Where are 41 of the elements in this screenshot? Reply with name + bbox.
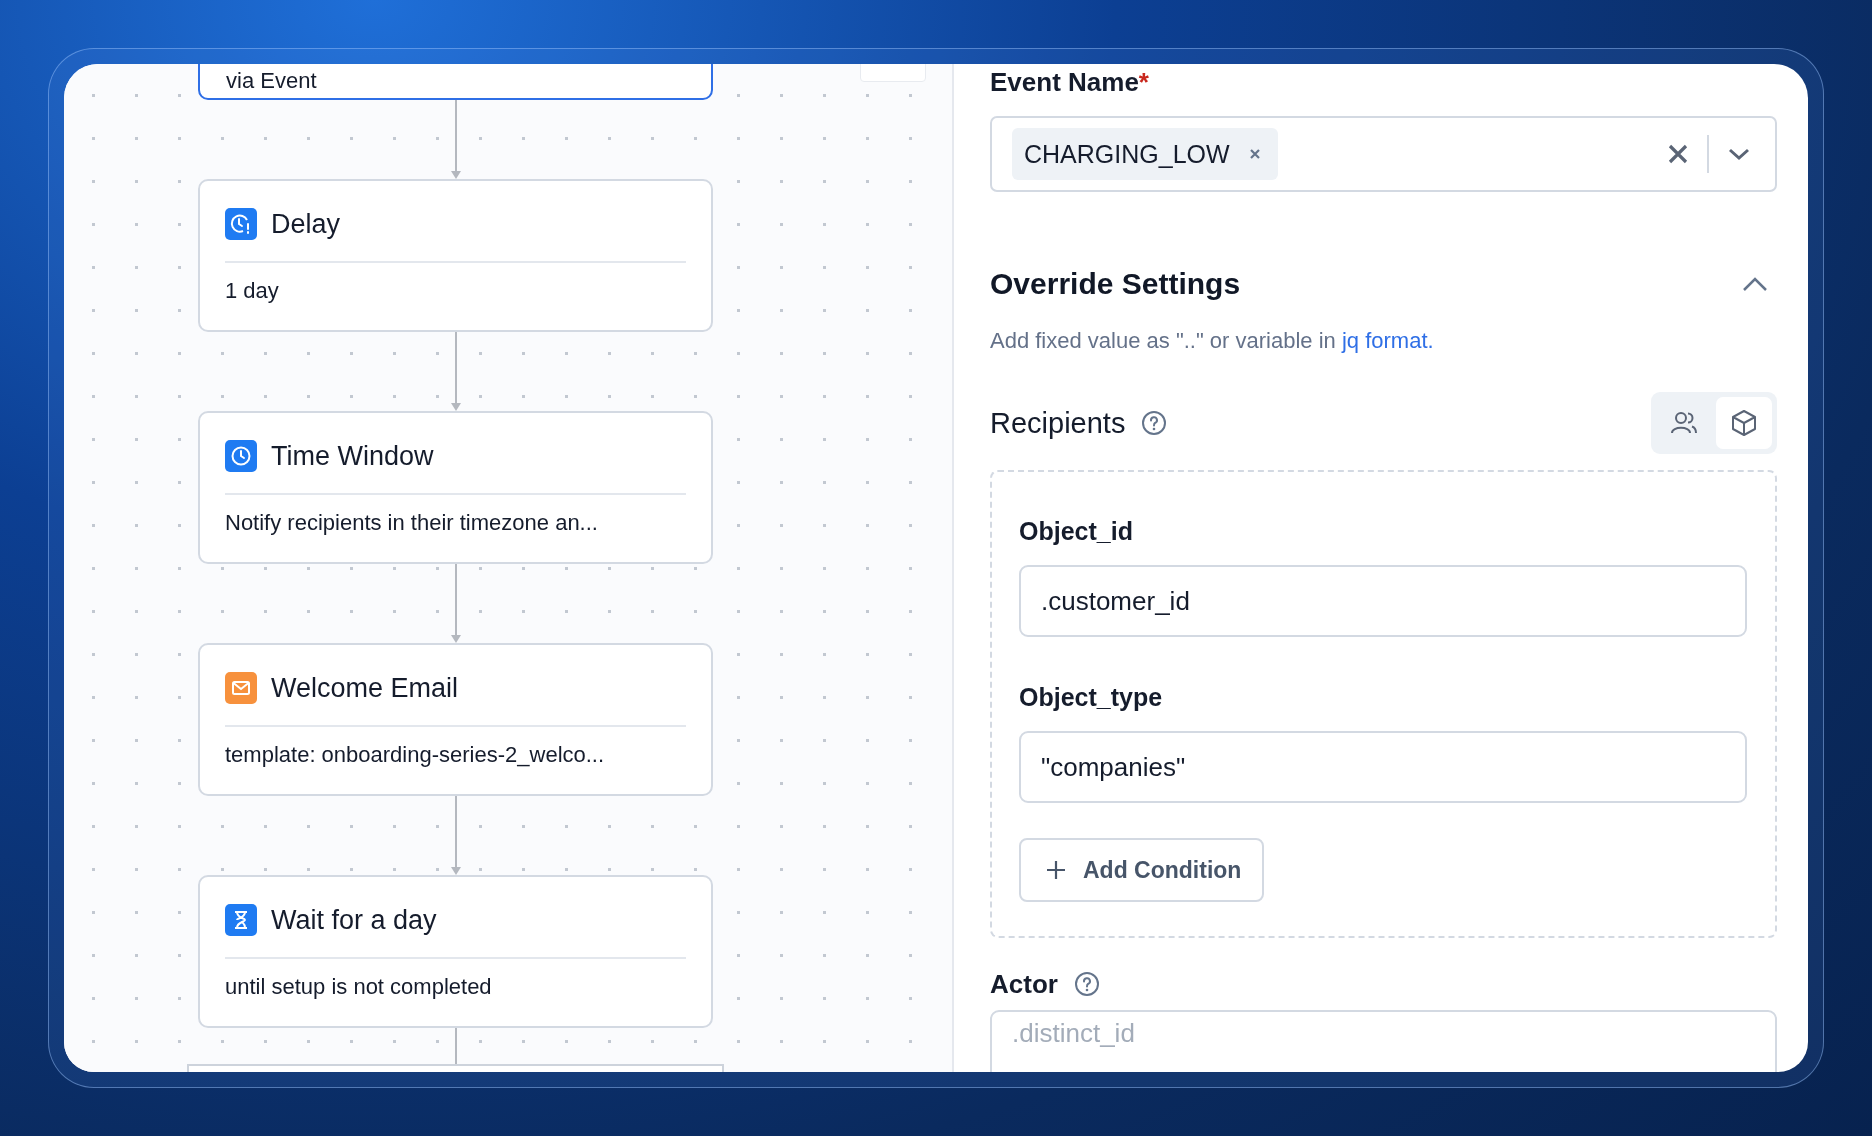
node-subtitle: template: onboarding-series-2_welco... (225, 742, 605, 767)
node-card[interactable]: Delay 1 day (198, 179, 713, 332)
node-title: Time Window (271, 440, 434, 472)
chevron-down-icon[interactable] (1727, 147, 1751, 161)
node-title: Wait for a day (271, 904, 437, 936)
required-mark: * (1138, 67, 1149, 97)
node-subtitle: until setup is not completed (225, 974, 492, 999)
chevron-up-icon[interactable] (1741, 275, 1769, 293)
help-icon[interactable] (1073, 971, 1100, 997)
hint-text: Add fixed value as ".." or variable in jq format. (990, 327, 1434, 355)
field-label: Object_id (1019, 516, 1133, 547)
clock-alert-icon (225, 208, 257, 240)
actor-input[interactable]: .distinct_id (990, 1010, 1777, 1072)
actor-label: Actor (990, 968, 1058, 1001)
node-subtitle: via Event (226, 68, 317, 94)
node-card[interactable]: Welcome Email template: onboarding-series-2_welco... (198, 643, 713, 796)
remove-icon[interactable] (1247, 147, 1262, 161)
recipients-label: Recipients (990, 406, 1126, 441)
node-card[interactable]: Time Window Notify recipients in their timezone an... (198, 411, 713, 564)
input-field[interactable]: .customer_id (1019, 565, 1747, 637)
field-label: Event Name* (990, 66, 1149, 99)
help-icon[interactable] (1141, 410, 1168, 436)
input-field[interactable]: "companies" (1019, 731, 1747, 803)
tag-label: CHARGING_LOW (1024, 139, 1230, 169)
cube-icon[interactable] (1716, 397, 1772, 449)
envelope-icon (225, 672, 257, 704)
node-subtitle: 1 day (225, 278, 279, 303)
section-title: Override Settings (990, 266, 1241, 302)
event-select[interactable]: CHARGING_LOW (990, 116, 1777, 192)
plus-icon (1045, 859, 1067, 881)
clock-icon (225, 440, 257, 472)
node-card[interactable]: Wait for a day until setup is not completed (198, 875, 713, 1028)
node-title: Delay (271, 208, 341, 240)
hourglass-icon (225, 904, 257, 936)
trigger-card[interactable]: via Event (198, 64, 713, 100)
node-subtitle: Notify recipients in their timezone an... (225, 510, 598, 535)
add-condition-button[interactable]: Add Condition (1019, 838, 1265, 902)
node-title: Welcome Email (271, 672, 459, 704)
clear-icon[interactable] (1667, 143, 1689, 165)
field-label: Object_type (1019, 682, 1163, 713)
jq-format-link[interactable]: jq format. (1341, 328, 1434, 353)
